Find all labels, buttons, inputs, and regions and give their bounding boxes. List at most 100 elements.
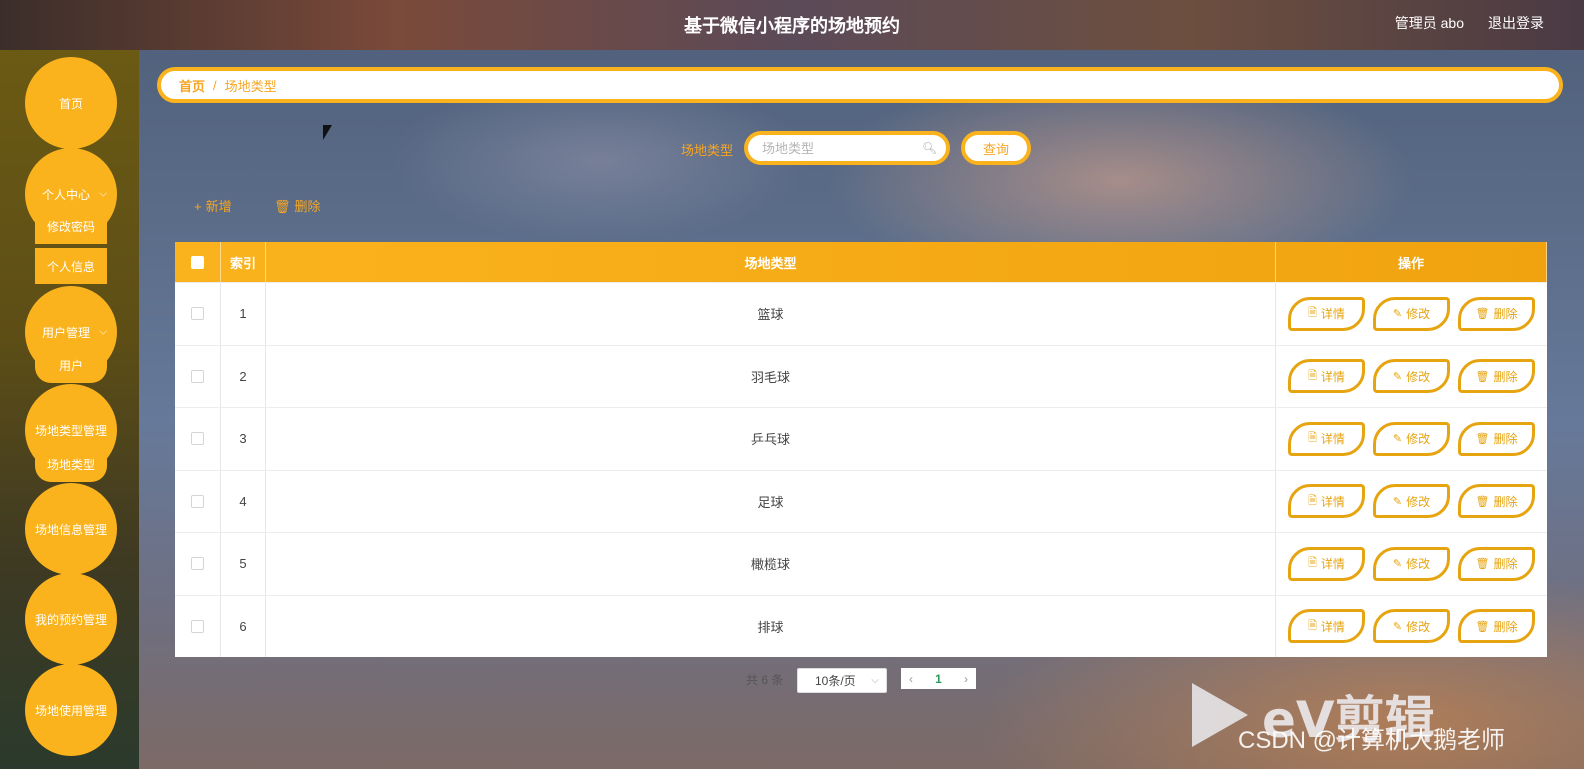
table-row: 5 橄榄球 🗎︎ 详情 ✎ 修改 🗑︎ 删除 [175,532,1547,595]
row-index: 5 [221,533,266,595]
delete-button[interactable]: 🗑︎ 删除 [1458,609,1535,644]
select-all-checkbox[interactable] [191,255,204,269]
document-icon: 🗎︎ [1308,494,1317,507]
breadcrumb-separator: / [213,77,217,93]
edit-button[interactable]: ✎ 修改 [1373,359,1450,394]
search-input[interactable] [762,140,922,156]
delete-button-label: 删除 [1493,369,1518,384]
watermark-credit: CSDN @计算机大鹅老师 [1238,727,1506,754]
prev-page-icon[interactable]: ‹ [909,672,913,686]
row-venue-type: 足球 [266,470,1276,532]
mouse-cursor-icon [323,125,332,140]
header-venue-type: 场地类型 [266,242,1276,282]
row-index: 6 [221,595,266,657]
pencil-icon: ✎ [1392,308,1403,321]
sidebar-subitem-label: 修改密码 [46,219,95,234]
header-select-all-cell [175,242,221,282]
delete-button[interactable]: 🗑︎ 删除 [1458,546,1535,581]
edit-button[interactable]: ✎ 修改 [1373,421,1450,456]
sidebar-item-venue-info-management[interactable]: 场地信息管理 [25,483,117,575]
delete-button-label: 删除 [1493,619,1518,634]
row-checkbox[interactable] [191,432,204,446]
batch-delete-button[interactable]: 🗑︎ 删除 [274,196,321,215]
edit-button[interactable]: ✎ 修改 [1373,484,1450,519]
delete-button[interactable]: 🗑︎ 删除 [1458,484,1535,519]
row-index: 1 [221,283,266,345]
page-number-current[interactable]: 1 [935,672,942,686]
table-row: 4 足球 🗎︎ 详情 ✎ 修改 🗑︎ 删除 [175,469,1547,532]
sidebar-item-venue-usage-management[interactable]: 场地使用管理 [25,664,117,756]
row-checkbox[interactable] [191,307,204,321]
sidebar-item-label: 个人中心 [41,187,90,202]
chevron-down-icon: ⌵ [871,675,879,686]
trash-icon: 🗑︎ [1475,620,1490,633]
page-size-select[interactable]: 10条/页 ⌵ [797,668,887,693]
edit-button[interactable]: ✎ 修改 [1373,546,1450,581]
row-venue-type: 篮球 [266,283,1276,345]
sidebar-subitem-users[interactable]: 用户 [35,347,107,383]
sidebar-item-my-reservations[interactable]: 我的预约管理 [25,573,117,665]
query-button[interactable]: 查询 [961,131,1031,165]
detail-button[interactable]: 🗎︎ 详情 [1288,546,1365,581]
pencil-icon: ✎ [1392,620,1403,633]
row-checkbox[interactable] [191,619,204,633]
delete-button[interactable]: 🗑︎ 删除 [1458,359,1535,394]
row-operations: 🗎︎ 详情 ✎ 修改 🗑︎ 删除 [1276,408,1547,470]
detail-button[interactable]: 🗎︎ 详情 [1288,421,1365,456]
row-venue-type: 橄榄球 [266,533,1276,595]
edit-button-label: 修改 [1406,369,1431,384]
row-operations: 🗎︎ 详情 ✎ 修改 🗑︎ 删除 [1276,596,1547,658]
trash-icon: 🗑︎ [1475,495,1490,508]
row-index: 3 [221,408,266,470]
row-checkbox[interactable] [191,494,204,508]
document-icon: 🗎︎ [1308,369,1317,382]
row-select-cell [175,595,221,657]
delete-button-label: 删除 [1493,494,1518,509]
detail-button[interactable]: 🗎︎ 详情 [1288,484,1365,519]
sidebar-item-label: 场地信息管理 [34,522,107,537]
pagination: ‹ 1 › [901,668,976,689]
sidebar-item-label: 场地使用管理 [34,703,107,718]
delete-button-label: 删除 [1493,307,1518,322]
add-button[interactable]: + 新增 [194,196,232,215]
row-operations: 🗎︎ 详情 ✎ 修改 🗑︎ 删除 [1276,283,1547,345]
breadcrumb-home[interactable]: 首页 [179,76,205,95]
breadcrumb-current: 场地类型 [224,78,277,94]
trash-icon: 🗑︎ [1475,370,1490,383]
detail-button-label: 详情 [1320,619,1345,634]
pencil-icon: ✎ [1392,495,1403,508]
row-venue-type: 羽毛球 [266,345,1276,407]
detail-button[interactable]: 🗎︎ 详情 [1288,609,1365,644]
search-box: 🔍︎ [744,131,950,165]
delete-button[interactable]: 🗑︎ 删除 [1458,421,1535,456]
detail-button[interactable]: 🗎︎ 详情 [1288,296,1365,331]
document-icon: 🗎︎ [1308,619,1317,632]
sidebar-subitem-change-password[interactable]: 修改密码 [35,208,107,244]
venue-type-table: 索引 场地类型 操作 1 篮球 🗎︎ 详情 ✎ 修改 🗑︎ 删除 2 羽毛球 🗎… [175,242,1547,657]
sidebar-item-label: 首页 [58,96,83,111]
header-operations: 操作 [1276,242,1547,282]
delete-button-label: 删除 [1493,432,1518,447]
detail-button-label: 详情 [1320,307,1345,322]
trash-icon: 🗑︎ [274,199,291,214]
edit-button[interactable]: ✎ 修改 [1373,609,1450,644]
search-icon: 🔍︎ [922,141,938,155]
table-body: 1 篮球 🗎︎ 详情 ✎ 修改 🗑︎ 删除 2 羽毛球 🗎︎ 详情 ✎ 修改 🗑… [175,282,1547,657]
logout-link[interactable]: 退出登录 [1488,13,1544,33]
add-button-label: 新增 [205,199,232,214]
row-checkbox[interactable] [191,557,204,571]
trash-icon: 🗑︎ [1475,308,1490,321]
delete-button[interactable]: 🗑︎ 删除 [1458,296,1535,331]
sidebar-item-home[interactable]: 首页 [25,57,117,149]
sidebar-item-label: 场地类型管理 [34,423,107,438]
row-operations: 🗎︎ 详情 ✎ 修改 🗑︎ 删除 [1276,533,1547,595]
sidebar-subitem-personal-info[interactable]: 个人信息 [35,248,107,284]
page-size-value: 10条/页 [815,674,856,688]
edit-button[interactable]: ✎ 修改 [1373,296,1450,331]
row-checkbox[interactable] [191,369,204,383]
plus-icon: + [194,199,202,214]
sidebar-subitem-venue-type[interactable]: 场地类型 [35,446,107,482]
next-page-icon[interactable]: › [964,672,968,686]
admin-user-label: 管理员 abo [1394,15,1464,31]
detail-button[interactable]: 🗎︎ 详情 [1288,359,1365,394]
